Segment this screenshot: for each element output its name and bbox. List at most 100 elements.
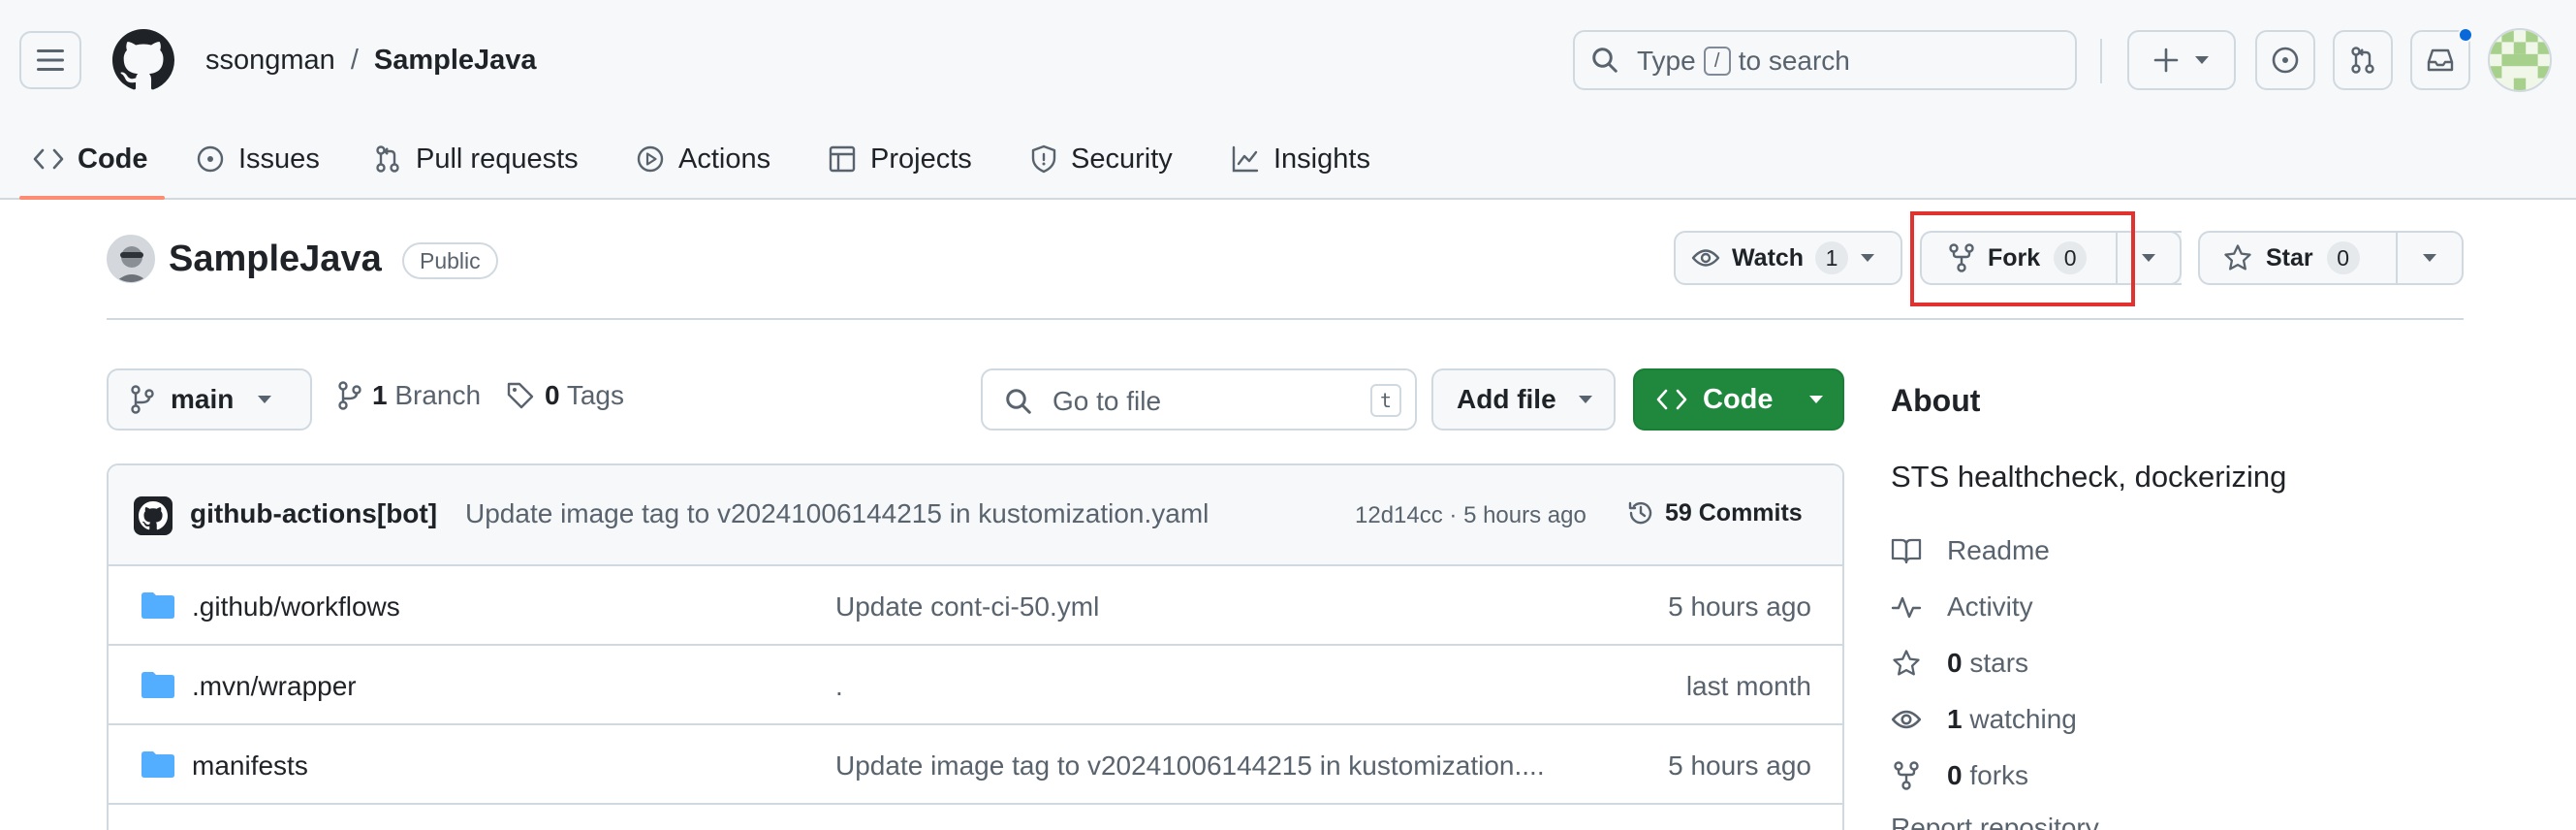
your-pull-requests-button[interactable] xyxy=(2333,30,2393,90)
tab-label: Code xyxy=(78,143,148,175)
fork-highlight-box xyxy=(1910,211,2135,306)
watch-count: 1 xyxy=(1815,241,1849,274)
create-new-button[interactable] xyxy=(2127,30,2236,90)
breadcrumb: ssongman / SampleJava xyxy=(205,41,537,80)
pulse-icon xyxy=(1891,596,1922,619)
tags-label: Tags xyxy=(566,380,625,410)
forks-link[interactable]: 0 forks xyxy=(1891,760,2028,791)
table-icon xyxy=(829,145,856,173)
file-name[interactable]: .github/workflows xyxy=(192,591,400,622)
branch-selector[interactable]: main xyxy=(107,368,312,431)
commit-author[interactable]: github-actions[bot] xyxy=(190,498,437,529)
forks-count: 0 xyxy=(1947,760,1963,790)
user-avatar[interactable] xyxy=(2488,28,2552,92)
report-repository-link[interactable]: Report repository xyxy=(1891,813,2099,830)
add-file-button[interactable]: Add file xyxy=(1431,368,1616,431)
star-label: Star xyxy=(2266,243,2313,271)
star-icon xyxy=(1893,650,1920,676)
file-name[interactable]: .mvn/wrapper xyxy=(192,671,357,702)
visibility-badge: Public xyxy=(402,242,498,279)
breadcrumb-repo[interactable]: SampleJava xyxy=(374,41,537,80)
code-button[interactable]: Code xyxy=(1633,368,1844,431)
search-placeholder-after: to search xyxy=(1738,46,1850,76)
caret-down-icon xyxy=(1861,254,1875,262)
file-commit-message[interactable]: Update cont-ci-50.yml xyxy=(835,591,1099,622)
branches-label: Branch xyxy=(394,380,482,410)
tab-insights[interactable]: Insights xyxy=(1231,134,1370,184)
tab-issues[interactable]: Issues xyxy=(196,134,320,184)
search-placeholder-before: Type xyxy=(1637,46,1696,76)
stars-label: stars xyxy=(1969,648,2029,678)
commit-message[interactable]: Update image tag to v20241006144215 in k… xyxy=(465,498,1209,529)
readme-link[interactable]: Readme xyxy=(1891,535,2050,566)
commits-count: 59 Commits xyxy=(1665,498,1803,527)
repo-title[interactable]: SampleJava xyxy=(169,236,382,282)
commit-sha-time[interactable]: 12d14cc · 5 hours ago xyxy=(1355,502,1586,529)
watching-label: watching xyxy=(1969,704,2077,734)
star-button[interactable]: Star 0 xyxy=(2198,231,2398,285)
watch-label: Watch xyxy=(1732,243,1805,271)
table-row[interactable]: .github/workflows Update cont-ci-50.yml … xyxy=(109,566,1842,646)
go-to-file-input[interactable]: Go to file t xyxy=(981,368,1417,431)
file-name[interactable]: manifests xyxy=(192,750,308,782)
tag-icon xyxy=(507,382,534,409)
stars-link[interactable]: 0 stars xyxy=(1891,648,2028,679)
caret-down-icon xyxy=(2195,56,2209,64)
tab-label: Actions xyxy=(678,143,771,175)
branches-link[interactable]: 1 Branch xyxy=(337,380,481,411)
identicon-icon xyxy=(2490,30,2550,90)
tab-actions[interactable]: Actions xyxy=(636,134,770,184)
watching-count: 1 xyxy=(1947,704,1963,734)
activity-label: Activity xyxy=(1947,591,2033,622)
git-branch-icon xyxy=(338,381,361,410)
breadcrumb-separator: / xyxy=(350,45,359,76)
notification-indicator xyxy=(2458,27,2473,43)
tags-count: 0 xyxy=(545,380,560,410)
tab-pull-requests[interactable]: Pull requests xyxy=(373,134,579,184)
file-commit-message[interactable]: . xyxy=(835,671,843,702)
your-issues-button[interactable] xyxy=(2255,30,2315,90)
branches-count: 1 xyxy=(372,380,388,410)
tab-projects[interactable]: Projects xyxy=(828,134,972,184)
menu-button[interactable] xyxy=(19,31,81,89)
folder-icon xyxy=(141,751,174,778)
watching-link[interactable]: 1 watching xyxy=(1891,704,2077,735)
forks-label: forks xyxy=(1969,760,2029,790)
search-icon xyxy=(1592,48,1618,73)
global-search-input[interactable]: Type / to search xyxy=(1573,30,2077,90)
branch-name: main xyxy=(171,384,235,414)
shield-icon xyxy=(1031,144,1056,174)
activity-link[interactable]: Activity xyxy=(1891,591,2033,622)
file-commit-message[interactable]: Update image tag to v20241006144215 in k… xyxy=(835,750,1545,782)
inbox-icon xyxy=(2427,48,2454,72)
tags-link[interactable]: 0 Tags xyxy=(506,380,624,411)
graph-icon xyxy=(1232,145,1259,173)
repo-forked-icon xyxy=(1894,761,1919,790)
tab-label: Insights xyxy=(1273,143,1370,175)
github-logo-icon xyxy=(139,501,168,530)
search-placeholder: Type / to search xyxy=(1637,46,1850,77)
file-date: 5 hours ago xyxy=(1668,591,1811,622)
file-date: last month xyxy=(1685,671,1811,701)
caret-down-icon xyxy=(1578,396,1592,403)
github-logo-icon[interactable] xyxy=(112,29,174,91)
add-file-label: Add file xyxy=(1457,384,1556,414)
star-count: 0 xyxy=(2326,241,2360,274)
bot-avatar[interactable] xyxy=(134,496,173,535)
eye-icon xyxy=(1691,249,1720,267)
global-bar: ssongman / SampleJava Type / to search xyxy=(0,0,2576,120)
search-icon xyxy=(1006,389,1031,414)
tab-code[interactable]: Code xyxy=(33,134,148,184)
issue-icon xyxy=(197,145,224,173)
plus-icon xyxy=(2153,48,2179,73)
code-button-label: Code xyxy=(1703,383,1774,415)
table-row[interactable]: .mvn/wrapper . last month xyxy=(109,646,1842,725)
breadcrumb-owner[interactable]: ssongman xyxy=(205,41,335,80)
table-row[interactable]: manifests Update image tag to v202410061… xyxy=(109,725,1842,805)
commits-history-link[interactable]: 59 Commits xyxy=(1626,498,1803,527)
owner-avatar[interactable] xyxy=(107,235,155,283)
star-lists-button[interactable] xyxy=(2396,231,2464,285)
watch-button[interactable]: Watch 1 xyxy=(1674,231,1902,285)
tab-security[interactable]: Security xyxy=(1030,134,1173,184)
hamburger-icon xyxy=(37,49,64,71)
